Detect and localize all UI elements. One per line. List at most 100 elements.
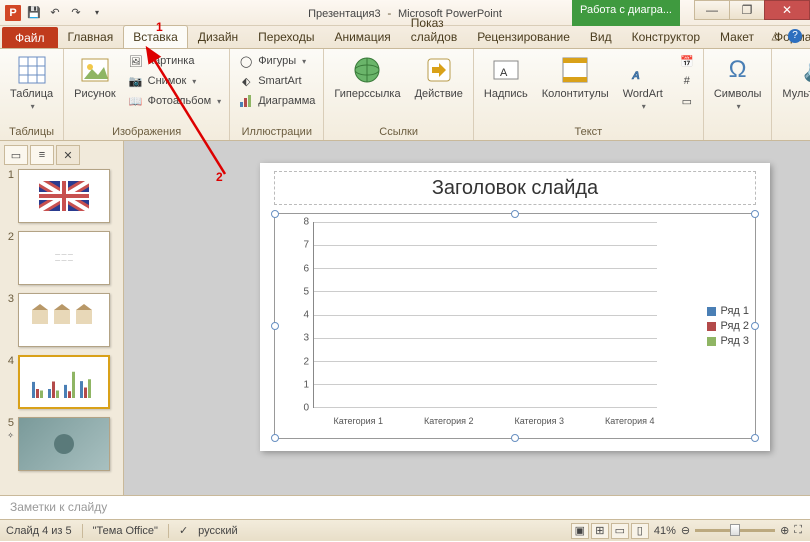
chart-button[interactable]: Диаграмма: [236, 92, 317, 110]
sorter-view-button[interactable]: ⊞: [591, 523, 609, 539]
table-button[interactable]: Таблица▾: [6, 52, 57, 113]
object-button[interactable]: ▭: [677, 92, 697, 110]
tab-home[interactable]: Главная: [58, 25, 124, 48]
media-button[interactable]: 🔊 Мультимедиа▾: [778, 52, 810, 113]
group-images: Рисунок 🖼Картинка 📷Снимок▾ 📖Фотоальбом▾ …: [64, 49, 230, 140]
save-icon[interactable]: 💾: [25, 4, 43, 22]
spell-icon[interactable]: ✓: [179, 524, 188, 537]
ribbon: Таблица▾ Таблицы Рисунок 🖼Картинка 📷Сним…: [0, 49, 810, 141]
tab-animations[interactable]: Анимация: [324, 25, 400, 48]
wordart-icon: A: [627, 54, 659, 86]
album-icon: 📖: [128, 93, 144, 109]
ribbon-minimize-icon[interactable]: △: [772, 29, 780, 43]
group-label: [710, 136, 766, 138]
photoalbum-button[interactable]: 📖Фотоальбом▾: [126, 92, 224, 110]
tab-slideshow[interactable]: Показ слайдов: [401, 11, 467, 48]
tab-file[interactable]: Файл: [2, 27, 58, 48]
omega-icon: Ω: [722, 54, 754, 86]
headerfooter-icon: [559, 54, 591, 86]
redo-icon[interactable]: ↷: [67, 4, 85, 22]
group-label: Ссылки: [330, 124, 467, 138]
thumb-5[interactable]: 5✧: [4, 417, 119, 471]
thumb-tab-outline[interactable]: ≡: [30, 145, 54, 165]
maximize-button[interactable]: ❐: [729, 0, 765, 20]
fit-button[interactable]: ⛶: [794, 524, 802, 537]
group-label: [778, 136, 810, 138]
group-illustrations: ◯Фигуры▾ ⬖SmartArt Диаграмма Иллюстрации: [230, 49, 324, 140]
symbols-button[interactable]: Ω Символы▾: [710, 52, 766, 113]
normal-view-button[interactable]: ▣: [571, 523, 589, 539]
slideshow-view-button[interactable]: ▯: [631, 523, 649, 539]
clipart-button[interactable]: 🖼Картинка: [126, 52, 224, 70]
picture-icon: [79, 54, 111, 86]
picture-button[interactable]: Рисунок: [70, 52, 120, 102]
undo-icon[interactable]: ↶: [46, 4, 64, 22]
group-symbols: Ω Символы▾: [704, 49, 773, 140]
slide-title-text: Заголовок слайда: [432, 177, 598, 200]
svg-text:A: A: [500, 67, 508, 79]
slide-canvas[interactable]: Заголовок слайда 012345678 Категория 1Ка…: [260, 163, 770, 451]
hyperlink-button[interactable]: Гиперссылка: [330, 52, 404, 102]
thumb-1[interactable]: 1: [4, 169, 119, 223]
reading-view-button[interactable]: ▭: [611, 523, 629, 539]
workspace: ▭ ≡ ✕ 1 2— — —— — — 3 4 5✧ Заголовок сла…: [0, 141, 810, 495]
minimize-button[interactable]: —: [694, 0, 730, 20]
zoom-in-button[interactable]: ⊕: [780, 524, 789, 537]
slide-counter: Слайд 4 из 5: [6, 525, 72, 537]
tab-design[interactable]: Дизайн: [188, 25, 248, 48]
object-icon: ▭: [679, 93, 695, 109]
table-icon: [16, 54, 48, 86]
thumb-3[interactable]: 3: [4, 293, 119, 347]
app-icon: P: [4, 4, 22, 22]
slide-editor[interactable]: Заголовок слайда 012345678 Категория 1Ка…: [124, 141, 810, 495]
language-indicator[interactable]: русский: [198, 525, 237, 537]
date-icon: 📅: [679, 53, 695, 69]
group-label: Таблицы: [6, 124, 57, 138]
textbox-button[interactable]: A Надпись: [480, 52, 532, 102]
tab-design2[interactable]: Конструктор: [622, 25, 710, 48]
screenshot-icon: 📷: [128, 73, 144, 89]
chart-icon: [238, 93, 254, 109]
group-links: Гиперссылка Действие Ссылки: [324, 49, 474, 140]
window-controls: — ❐ ✕: [695, 0, 810, 20]
smartart-button[interactable]: ⬖SmartArt: [236, 72, 317, 90]
help-icon[interactable]: ?: [788, 29, 802, 43]
tab-layout[interactable]: Макет: [710, 25, 764, 48]
zoom-slider[interactable]: [695, 529, 775, 532]
thumb-4[interactable]: 4: [4, 355, 119, 409]
number-icon: #: [679, 73, 695, 89]
notes-pane[interactable]: Заметки к слайду: [0, 495, 810, 519]
screenshot-button[interactable]: 📷Снимок▾: [126, 72, 224, 90]
tab-transitions[interactable]: Переходы: [248, 25, 324, 48]
group-label: Изображения: [70, 124, 223, 138]
group-label: Иллюстрации: [236, 124, 317, 138]
annotation-1: 1: [156, 20, 163, 34]
thumb-tab-slides[interactable]: ▭: [4, 145, 28, 165]
thumb-2[interactable]: 2— — —— — —: [4, 231, 119, 285]
tab-view[interactable]: Вид: [580, 25, 622, 48]
thumb-tab-close[interactable]: ✕: [56, 145, 80, 165]
zoom-label[interactable]: 41%: [654, 525, 676, 537]
ribbon-tabs: Файл Главная Вставка Дизайн Переходы Ани…: [0, 26, 810, 49]
zoom-out-button[interactable]: ⊖: [681, 524, 690, 537]
date-button[interactable]: 📅: [677, 52, 697, 70]
action-button[interactable]: Действие: [411, 52, 467, 102]
chart-object[interactable]: 012345678 Категория 1Категория 2Категори…: [274, 213, 756, 439]
quick-access-toolbar: P 💾 ↶ ↷ ▾: [0, 4, 106, 22]
theme-name: "Тема Office": [93, 525, 158, 537]
shapes-button[interactable]: ◯Фигуры▾: [236, 52, 317, 70]
annotation-2: 2: [216, 170, 223, 184]
qat-more-icon[interactable]: ▾: [88, 4, 106, 22]
slidenum-button[interactable]: #: [677, 72, 697, 90]
headerfooter-button[interactable]: Колонтитулы: [538, 52, 613, 102]
speaker-icon: 🔊: [801, 54, 810, 86]
wordart-button[interactable]: A WordArt▾: [619, 52, 667, 113]
shapes-icon: ◯: [238, 53, 254, 69]
close-button[interactable]: ✕: [764, 0, 810, 20]
smartart-icon: ⬖: [238, 73, 254, 89]
status-bar: Слайд 4 из 5 "Тема Office" ✓ русский ▣ ⊞…: [0, 519, 810, 541]
contextual-tab-chart-tools[interactable]: Работа с диагра...: [572, 0, 680, 26]
tab-review[interactable]: Рецензирование: [467, 25, 580, 48]
slide-title-placeholder[interactable]: Заголовок слайда: [274, 171, 756, 205]
group-text: A Надпись Колонтитулы A WordArt▾ 📅 # ▭ Т…: [474, 49, 704, 140]
